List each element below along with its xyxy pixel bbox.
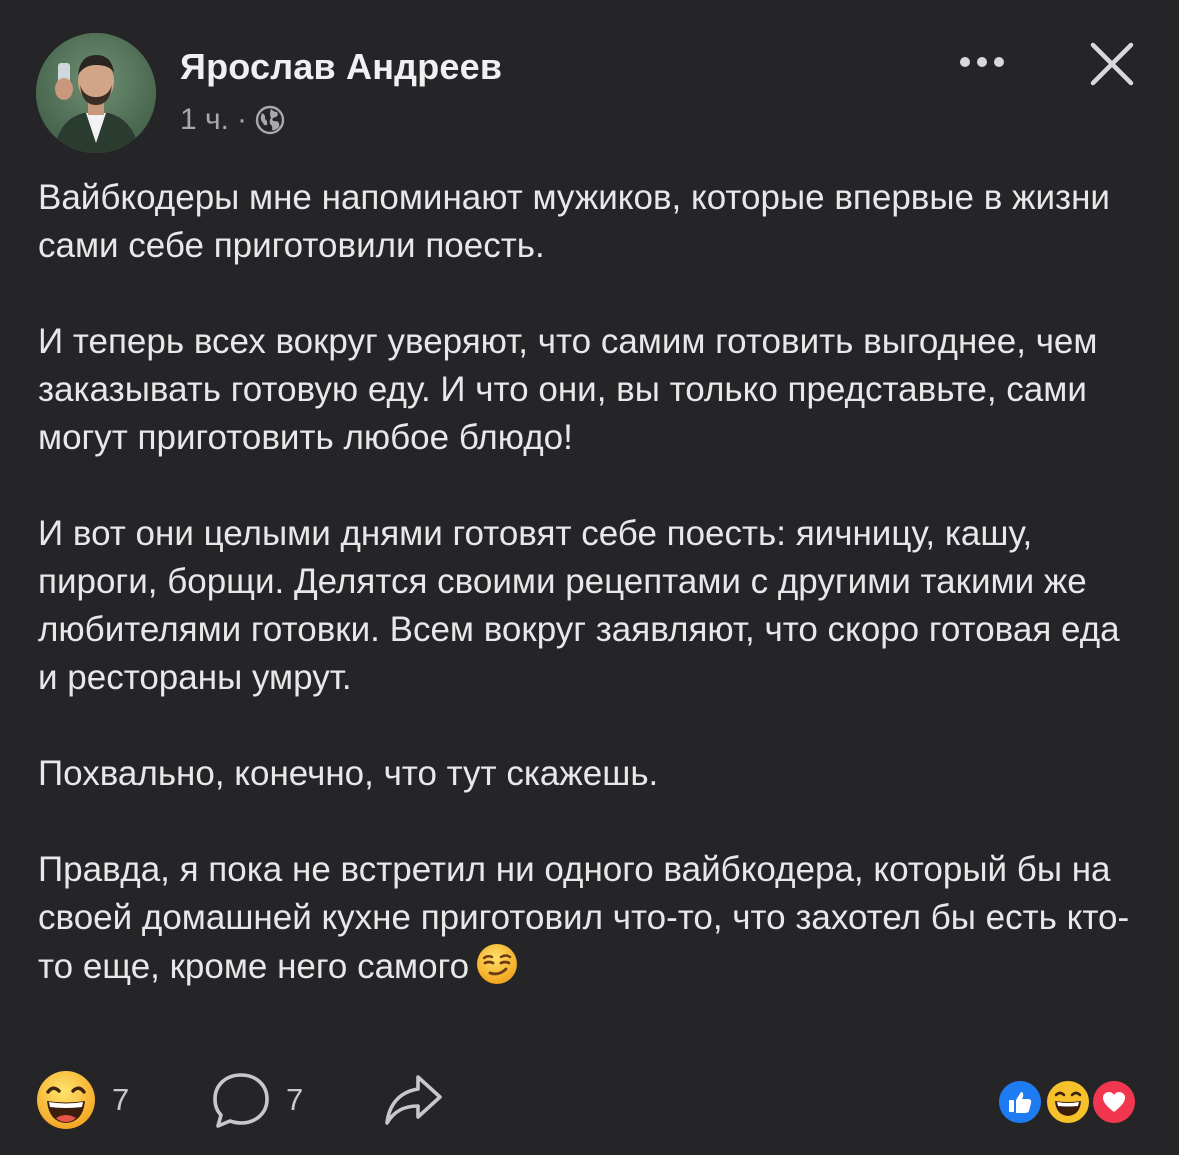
- author-name[interactable]: Ярослав Андреев: [180, 46, 502, 88]
- react-button[interactable]: 7: [34, 1070, 129, 1130]
- post-paragraph: И теперь всех вокруг уверяют, что самим …: [38, 322, 1098, 457]
- laughing-emoji-icon: [37, 1071, 95, 1129]
- comment-bubble-icon: [213, 1073, 269, 1128]
- post-meta: 1 ч. ·: [180, 100, 285, 140]
- love-icon: [1090, 1078, 1138, 1126]
- post-paragraph-text: Правда, я пока не встретил ни одного вай…: [38, 850, 1130, 986]
- post-paragraph: И вот они целыми днями готовят себе поес…: [38, 514, 1120, 697]
- post-timestamp[interactable]: 1 ч.: [180, 103, 229, 137]
- ellipsis-icon: [960, 57, 1004, 67]
- post-paragraph: Вайбкодеры мне напоминают мужиков, котор…: [38, 178, 1110, 265]
- close-icon: [1090, 42, 1134, 86]
- smirk-emoji-icon: [475, 942, 519, 999]
- globe-icon: [255, 105, 285, 135]
- reaction-summary[interactable]: [996, 1074, 1146, 1130]
- comment-button[interactable]: 7: [210, 1070, 303, 1130]
- share-button[interactable]: [382, 1070, 444, 1130]
- more-options-button[interactable]: [950, 40, 1014, 84]
- post-text: Вайбкодеры мне напоминают мужиков, котор…: [38, 174, 1148, 999]
- comment-count: 7: [286, 1082, 304, 1117]
- reaction-count: 7: [112, 1082, 130, 1117]
- meta-separator: ·: [236, 103, 247, 136]
- share-arrow-icon: [385, 1075, 442, 1125]
- haha-icon: [1044, 1078, 1092, 1126]
- avatar[interactable]: [36, 33, 156, 153]
- post-paragraph-last: Правда, я пока не встретил ни одного вай…: [38, 846, 1148, 999]
- post-paragraph: Похвально, конечно, что тут скажешь.: [38, 754, 659, 793]
- close-button[interactable]: [1082, 36, 1142, 92]
- avatar-photo: [36, 33, 156, 153]
- like-icon: [996, 1078, 1044, 1126]
